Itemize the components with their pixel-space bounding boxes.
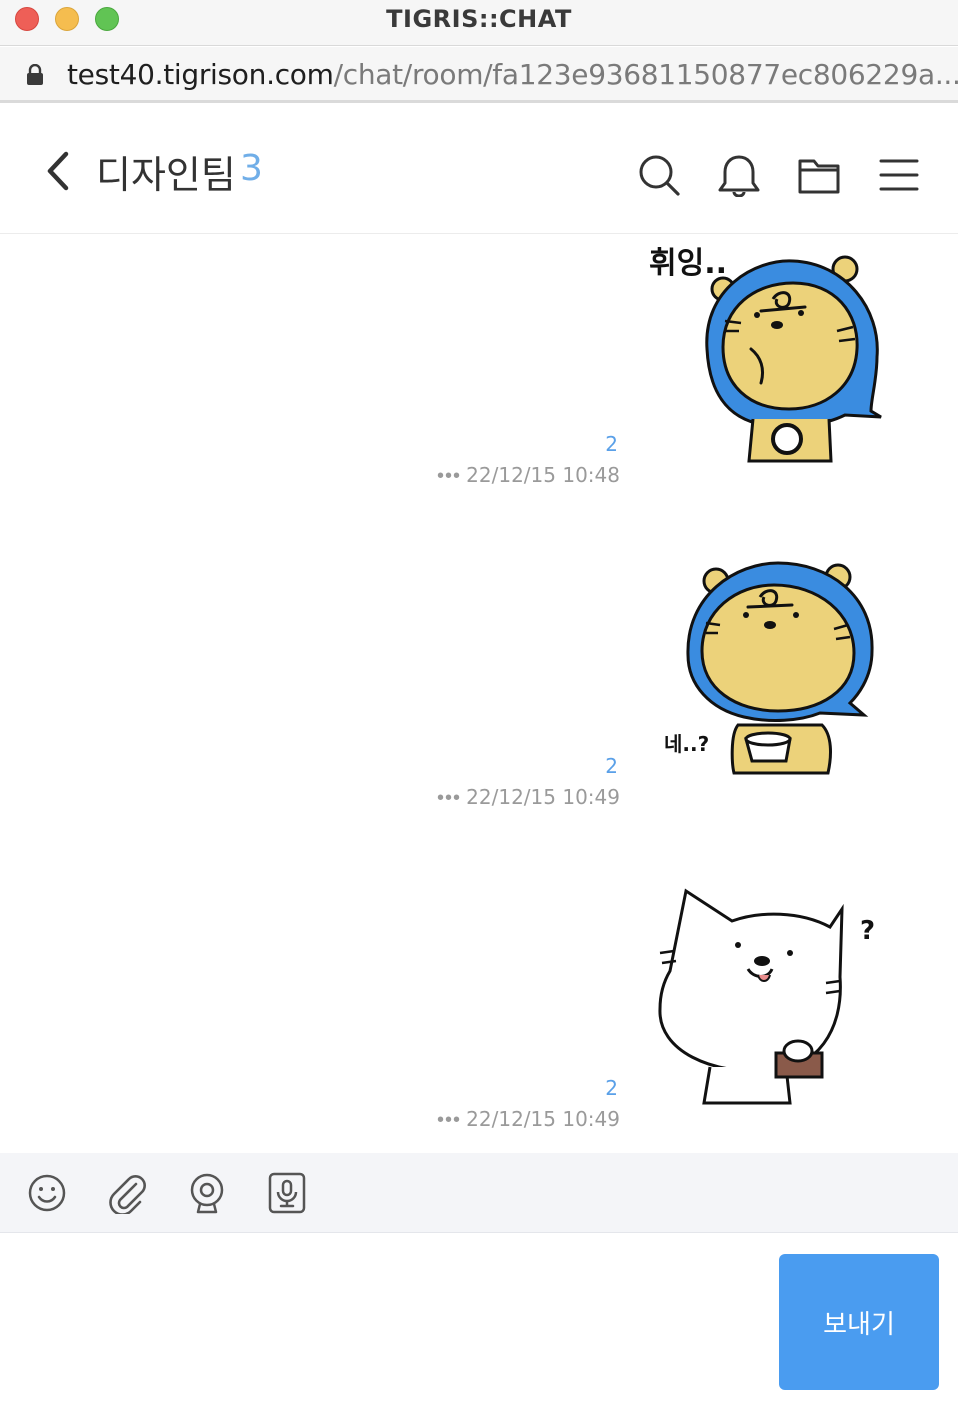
- composer-toolbar: [0, 1153, 958, 1233]
- url-path: /chat/room/fa123e93681150877ec806229a...: [333, 58, 958, 91]
- more-options-icon[interactable]: •••: [437, 1109, 461, 1132]
- message-item: 2 ••• 22/12/15 10:49 네..?: [0, 555, 958, 855]
- paperclip-icon[interactable]: [106, 1172, 148, 1214]
- window-titlebar: TIGRIS::CHAT: [0, 0, 958, 46]
- voice-memo-icon[interactable]: [266, 1172, 308, 1214]
- sticker-caption: 휘잉..: [649, 246, 727, 281]
- unread-count: 2: [605, 1076, 618, 1100]
- emoji-icon[interactable]: [26, 1172, 68, 1214]
- bell-icon[interactable]: [717, 153, 761, 197]
- more-options-icon[interactable]: •••: [437, 465, 461, 488]
- message-item: 2 ••• 22/12/15 10:48 휘잉..: [0, 235, 958, 535]
- webcam-icon[interactable]: [186, 1172, 228, 1214]
- send-button[interactable]: 보내기: [779, 1254, 939, 1390]
- tiger-with-cup-sticker[interactable]: 네..?: [660, 555, 880, 785]
- sticker-caption: ?: [860, 916, 875, 946]
- composer: 보내기: [0, 1234, 958, 1404]
- message-item: 2 ••• 22/12/15 10:49 ?: [0, 875, 958, 1155]
- message-list[interactable]: 2 ••• 22/12/15 10:48 휘잉.. 2 ••• 22/12/15…: [0, 235, 958, 1153]
- message-timestamp: 22/12/15 10:48: [466, 463, 620, 487]
- unread-count: 2: [605, 432, 618, 456]
- sticker-caption: 네..?: [664, 732, 709, 756]
- window-title: TIGRIS::CHAT: [386, 5, 572, 33]
- message-timestamp: 22/12/15 10:49: [466, 1107, 620, 1131]
- search-icon[interactable]: [637, 153, 681, 197]
- url-host: test40.tigrison.com: [67, 58, 334, 91]
- white-cat-question-sticker[interactable]: ?: [650, 881, 890, 1121]
- chat-header: 디자인팀 3: [0, 106, 958, 234]
- message-input[interactable]: [20, 1254, 760, 1384]
- address-bar[interactable]: test40.tigrison.com/chat/room/fa123e9368…: [0, 47, 958, 103]
- unread-count: 2: [605, 754, 618, 778]
- lock-icon: [27, 64, 43, 85]
- member-count: 3: [240, 148, 263, 189]
- folder-icon[interactable]: [797, 153, 841, 197]
- back-arrow-icon[interactable]: [40, 146, 80, 196]
- more-options-icon[interactable]: •••: [437, 787, 461, 810]
- tiger-sulking-sticker[interactable]: 휘잉..: [645, 239, 885, 471]
- room-title: 디자인팀: [96, 153, 236, 197]
- url-text[interactable]: test40.tigrison.com/chat/room/fa123e9368…: [67, 58, 958, 91]
- menu-icon[interactable]: [877, 153, 921, 197]
- message-timestamp: 22/12/15 10:49: [466, 785, 620, 809]
